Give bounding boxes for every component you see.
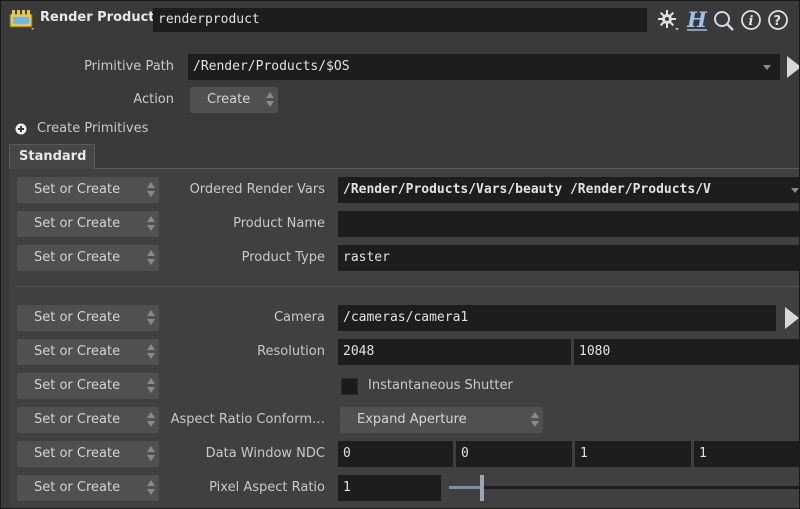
- action-label: Action: [133, 92, 174, 107]
- set-or-create-menu-data-window-ndc[interactable]: Set or Create: [17, 441, 159, 467]
- expand-plus-icon[interactable]: [15, 123, 29, 137]
- primitive-path-label: Primitive Path: [84, 59, 174, 74]
- tab-standard-label: Standard: [19, 149, 87, 164]
- product-name-input[interactable]: [338, 211, 799, 237]
- resolution-width-input[interactable]: 2048: [338, 339, 571, 365]
- primitive-path-select-arrow-icon[interactable]: [787, 56, 799, 78]
- data-window-ndc-xmin-input[interactable]: 0: [338, 441, 453, 467]
- search-icon[interactable]: [712, 9, 736, 33]
- stepper-icon: [147, 378, 155, 394]
- set-or-create-label: Set or Create: [34, 250, 121, 265]
- data-window-ndc-label: Data Window NDC: [205, 446, 325, 461]
- svg-text:?: ?: [774, 14, 782, 29]
- set-or-create-menu-aspect-ratio-conform[interactable]: Set or Create: [17, 407, 159, 433]
- stepper-icon: [147, 344, 155, 360]
- ordered-render-vars-input[interactable]: /Render/Products/Vars/beauty /Render/Pro…: [338, 177, 788, 203]
- resolution-height-input[interactable]: 1080: [574, 339, 799, 365]
- aspect-ratio-conform-label: Aspect Ratio Conform…: [170, 412, 325, 427]
- set-or-create-label: Set or Create: [34, 446, 121, 461]
- set-or-create-menu-product-name[interactable]: Set or Create: [17, 211, 159, 237]
- action-menu[interactable]: Create: [190, 87, 278, 113]
- stepper-icon: [147, 182, 155, 198]
- node-type-label: Render Product: [40, 10, 155, 25]
- set-or-create-label: Set or Create: [34, 344, 121, 359]
- section-separator: [15, 286, 799, 287]
- stepper-icon: [147, 310, 155, 326]
- header-bar: Render Product renderproduct H i ?: [1, 1, 799, 39]
- pixel-aspect-ratio-slider-handle[interactable]: [480, 475, 484, 501]
- resolution-label: Resolution: [257, 344, 325, 359]
- set-or-create-label: Set or Create: [34, 216, 121, 231]
- camera-select-arrow-icon[interactable]: [785, 307, 799, 329]
- svg-text:H: H: [686, 7, 708, 32]
- product-type-input[interactable]: raster: [338, 245, 799, 271]
- info-icon[interactable]: i: [740, 9, 764, 33]
- instantaneous-shutter-label: Instantaneous Shutter: [368, 378, 513, 393]
- product-name-label: Product Name: [233, 216, 325, 231]
- pixel-aspect-ratio-slider-track[interactable]: [449, 486, 799, 489]
- help-h-icon[interactable]: H: [684, 7, 710, 33]
- data-window-ndc-ymin-input[interactable]: 0: [456, 441, 572, 467]
- svg-text:i: i: [749, 14, 754, 29]
- set-or-create-label: Set or Create: [34, 378, 121, 393]
- create-primitives-label: Create Primitives: [37, 121, 149, 136]
- data-window-ndc-ymax-input[interactable]: 1: [694, 441, 799, 467]
- question-icon[interactable]: ?: [767, 9, 791, 33]
- tab-standard[interactable]: Standard: [9, 144, 95, 169]
- set-or-create-label: Set or Create: [34, 480, 121, 495]
- chevron-down-icon: [763, 65, 771, 70]
- stepper-icon: [147, 480, 155, 496]
- camera-input[interactable]: /cameras/camera1: [338, 305, 776, 331]
- set-or-create-label: Set or Create: [34, 412, 121, 427]
- pixel-aspect-ratio-input[interactable]: 1: [338, 475, 441, 501]
- node-name-input[interactable]: renderproduct: [153, 8, 647, 32]
- set-or-create-menu-instantaneous-shutter[interactable]: Set or Create: [17, 373, 159, 399]
- render-product-node-icon[interactable]: [9, 8, 35, 32]
- set-or-create-label: Set or Create: [34, 310, 121, 325]
- set-or-create-label: Set or Create: [34, 182, 121, 197]
- stepper-icon: [147, 412, 155, 428]
- action-stepper-icon: [266, 92, 274, 108]
- set-or-create-menu-resolution[interactable]: Set or Create: [17, 339, 159, 365]
- pixel-aspect-ratio-label: Pixel Aspect Ratio: [209, 480, 325, 495]
- aspect-ratio-conform-menu[interactable]: Expand Aperture: [340, 407, 543, 433]
- pixel-aspect-ratio-slider-fill: [449, 486, 482, 489]
- data-window-ndc-xmax-input[interactable]: 1: [575, 441, 691, 467]
- primitive-path-input[interactable]: /Render/Products/$OS: [188, 54, 754, 80]
- chevron-down-icon: [791, 188, 799, 193]
- product-type-label: Product Type: [241, 250, 325, 265]
- primitive-path-dropdown-button[interactable]: [754, 54, 780, 80]
- set-or-create-menu-pixel-aspect-ratio[interactable]: Set or Create: [17, 475, 159, 501]
- stepper-icon: [147, 446, 155, 462]
- ordered-render-vars-dropdown-button[interactable]: [788, 177, 799, 203]
- stepper-icon: [531, 412, 539, 428]
- set-or-create-menu-product-type[interactable]: Set or Create: [17, 245, 159, 271]
- parameter-editor: Render Product renderproduct H i ? Primi…: [0, 0, 800, 509]
- stepper-icon: [147, 250, 155, 266]
- camera-label: Camera: [273, 310, 325, 325]
- ordered-render-vars-label: Ordered Render Vars: [189, 182, 325, 197]
- instantaneous-shutter-checkbox[interactable]: [341, 378, 358, 395]
- set-or-create-menu-camera[interactable]: Set or Create: [17, 305, 159, 331]
- gear-icon[interactable]: [655, 8, 681, 32]
- aspect-ratio-conform-value: Expand Aperture: [357, 412, 467, 427]
- set-or-create-menu-ordered-render-vars[interactable]: Set or Create: [17, 177, 159, 203]
- stepper-icon: [147, 216, 155, 232]
- action-menu-value: Create: [207, 92, 251, 107]
